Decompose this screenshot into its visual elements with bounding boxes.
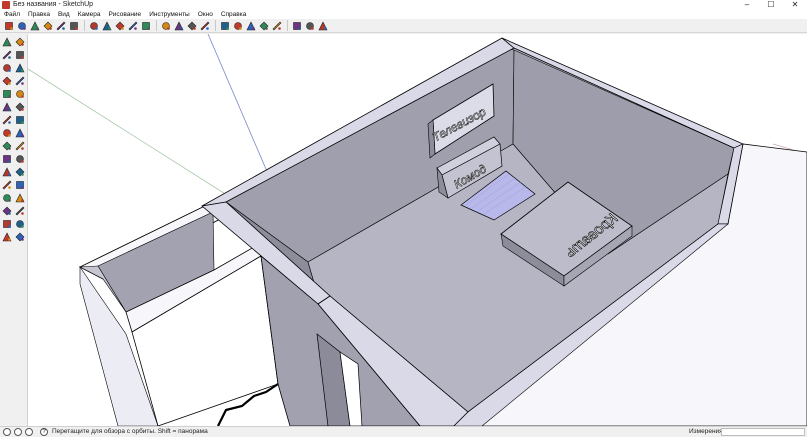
pan-icon[interactable]	[14, 179, 26, 191]
zoom-extents-icon[interactable]	[1, 205, 13, 217]
zoom-window-icon[interactable]	[14, 192, 26, 204]
menu-draw[interactable]: Рисование	[104, 10, 145, 19]
status-hint: Перетащите для обзора с орбиты. Shift = …	[52, 428, 208, 435]
menu-bar: Файл Правка Вид Камера Рисование Инструм…	[0, 10, 807, 19]
menu-edit[interactable]: Правка	[24, 10, 54, 19]
measurements-input[interactable]	[721, 428, 805, 436]
measurements-label: Измерения	[689, 428, 723, 435]
green-axis-line	[28, 68, 239, 203]
orbit-icon[interactable]	[160, 20, 171, 31]
walk-icon[interactable]	[1, 231, 13, 243]
pencil-icon[interactable]	[16, 20, 27, 31]
standard-views-icon[interactable]	[258, 20, 269, 31]
paint-bucket-icon[interactable]	[1, 49, 13, 61]
circle-icon[interactable]	[42, 20, 53, 31]
toolbar-separator	[215, 20, 216, 31]
look-around-icon[interactable]	[14, 218, 26, 230]
geo-location-icon[interactable]	[3, 428, 11, 436]
arc-icon[interactable]	[14, 75, 26, 87]
components-icon[interactable]	[219, 20, 230, 31]
warehouse-icon[interactable]	[291, 20, 302, 31]
circle-icon[interactable]	[1, 75, 13, 87]
paint-bucket-icon[interactable]	[88, 20, 99, 31]
status-bar: ? Перетащите для обзора с орбиты. Shift …	[0, 426, 807, 437]
title-bar: Без названия - SketchUp – ☐ ✕	[0, 0, 807, 10]
toolbar-separator	[156, 20, 157, 31]
tape-measure-icon[interactable]	[1, 140, 13, 152]
menu-camera[interactable]: Камера	[74, 10, 105, 19]
tool-palette	[0, 34, 28, 426]
eraser-icon[interactable]	[68, 20, 79, 31]
previous-view-icon[interactable]	[14, 205, 26, 217]
protractor-icon[interactable]	[1, 153, 13, 165]
menu-view[interactable]: Вид	[54, 10, 74, 19]
select-icon[interactable]	[3, 20, 14, 31]
layout-icon[interactable]	[317, 20, 328, 31]
freehand-icon[interactable]	[14, 88, 26, 100]
move-icon[interactable]	[1, 101, 13, 113]
dimension-icon[interactable]	[1, 166, 13, 178]
section-icon[interactable]	[245, 20, 256, 31]
minimize-button[interactable]: –	[735, 0, 759, 10]
zoom-icon[interactable]	[186, 20, 197, 31]
offset-icon[interactable]	[14, 127, 26, 139]
styles-icon[interactable]	[271, 20, 282, 31]
arc-icon[interactable]	[55, 20, 66, 31]
model-viewport[interactable]: Телевизор Комод Кровать	[28, 34, 807, 426]
credits-icon[interactable]	[14, 428, 22, 436]
sketchup-logo-icon	[2, 1, 10, 9]
user-account-icon[interactable]	[25, 428, 33, 436]
section-plane-icon[interactable]	[14, 231, 26, 243]
follow-me-icon[interactable]	[14, 114, 26, 126]
polygon-icon[interactable]	[1, 88, 13, 100]
orbit-icon[interactable]	[1, 179, 13, 191]
rectangle-icon[interactable]	[1, 62, 13, 74]
offset-icon[interactable]	[140, 20, 151, 31]
zoom-extents-icon[interactable]	[199, 20, 210, 31]
toolbar-separator	[287, 20, 288, 31]
zoom-icon[interactable]	[1, 192, 13, 204]
rectangle-icon[interactable]	[29, 20, 40, 31]
select-icon[interactable]	[1, 36, 13, 48]
toolbar-separator	[84, 20, 85, 31]
push-pull-icon[interactable]	[101, 20, 112, 31]
rotate-icon[interactable]	[127, 20, 138, 31]
rotate-icon[interactable]	[1, 114, 13, 126]
menu-help[interactable]: Справка	[217, 10, 251, 19]
push-pull-icon[interactable]	[14, 101, 26, 113]
move-icon[interactable]	[114, 20, 125, 31]
menu-window[interactable]: Окно	[194, 10, 217, 19]
materials-icon[interactable]	[232, 20, 243, 31]
text-icon[interactable]	[14, 140, 26, 152]
3d-text-icon[interactable]	[14, 166, 26, 178]
axes-icon[interactable]	[14, 153, 26, 165]
room-model: Телевизор Комод Кровать	[28, 34, 807, 426]
window-title: Без названия - SketchUp	[13, 1, 94, 8]
component-icon[interactable]	[14, 36, 26, 48]
menu-file[interactable]: Файл	[0, 10, 24, 19]
line-icon[interactable]	[14, 62, 26, 74]
menu-tools[interactable]: Инструменты	[145, 10, 194, 19]
maximize-button[interactable]: ☐	[759, 0, 783, 10]
help-icon[interactable]: ?	[40, 428, 48, 436]
scale-icon[interactable]	[1, 127, 13, 139]
pan-icon[interactable]	[173, 20, 184, 31]
position-camera-icon[interactable]	[1, 218, 13, 230]
eraser-icon[interactable]	[14, 49, 26, 61]
main-toolbar	[0, 19, 807, 33]
extension-icon[interactable]	[304, 20, 315, 31]
close-button[interactable]: ✕	[783, 0, 807, 10]
